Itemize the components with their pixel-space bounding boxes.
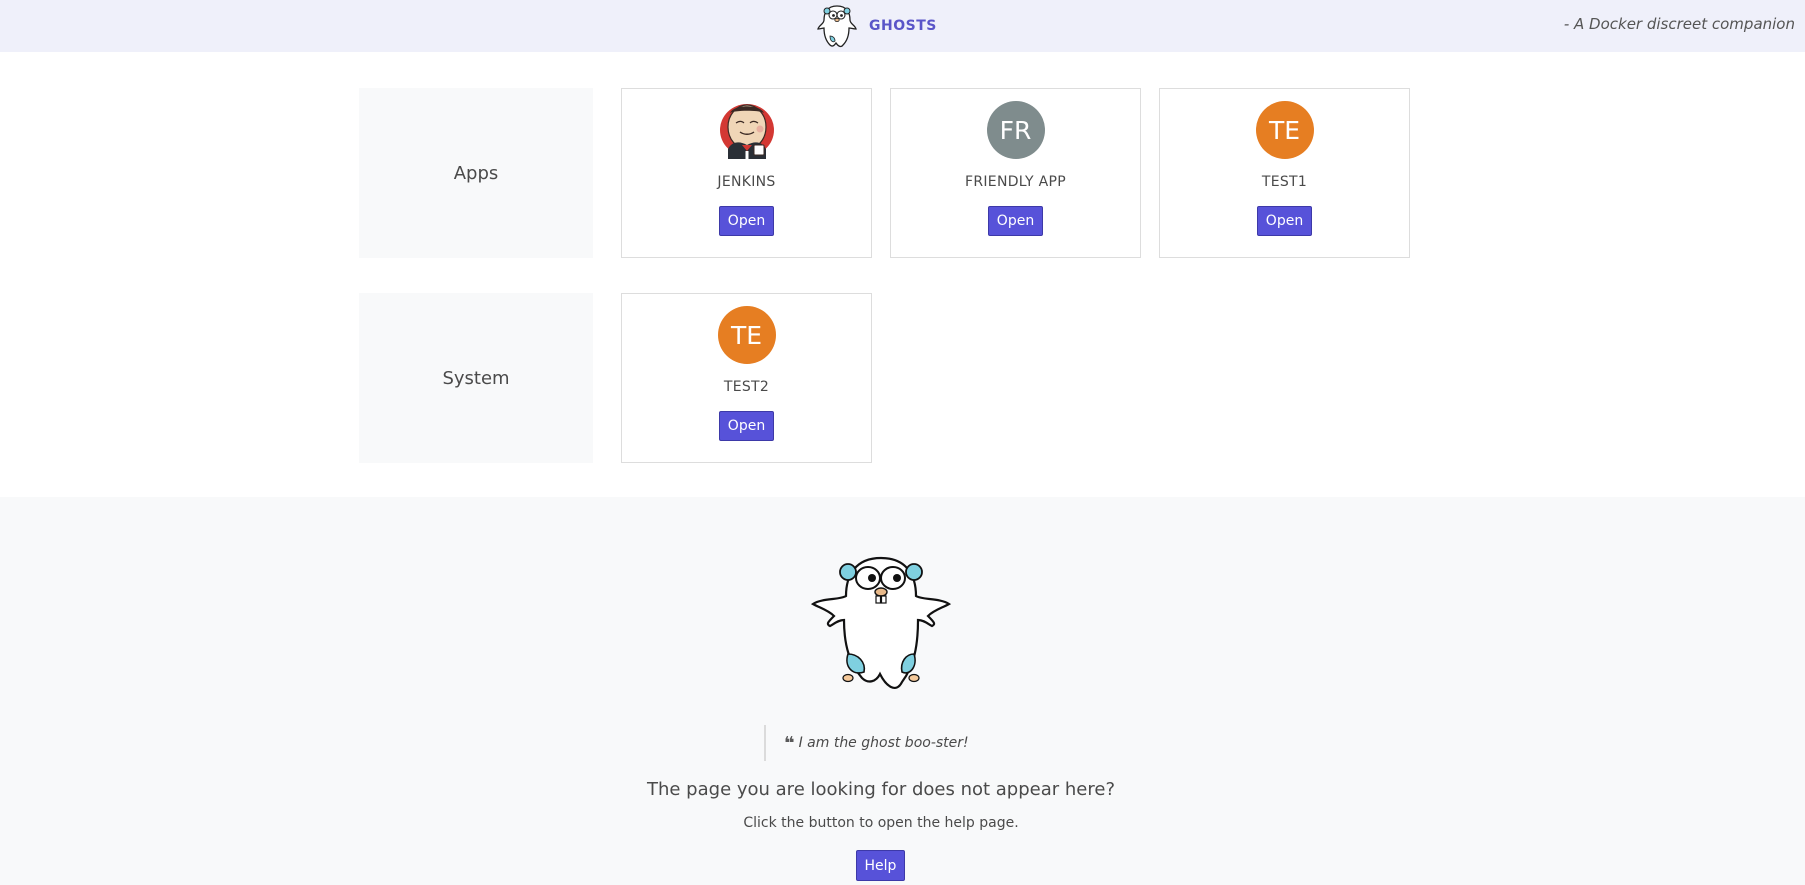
app-card-test1: TE TEST1 Open xyxy=(1159,88,1410,258)
brand-name: GHOSTS xyxy=(869,18,937,34)
open-jenkins-button[interactable]: Open xyxy=(718,206,775,236)
navbar: GHOSTS - A Docker discreet companion xyxy=(0,0,1805,52)
app-card-friendly-app: FR FRIENDLY APP Open xyxy=(890,88,1141,258)
jenkins-logo-icon xyxy=(718,101,776,159)
quote-text: I am the ghost boo-ster! xyxy=(798,735,969,751)
app-card-jenkins: JENKINS Open xyxy=(621,88,872,258)
ghost-gopher-icon xyxy=(810,556,952,689)
section-apps: Apps JENKINS Open FR FRIENDLY APP Open T… xyxy=(359,88,1410,258)
app-avatar: TE xyxy=(717,306,776,364)
app-card-name: TEST1 xyxy=(1261,174,1308,190)
help-button[interactable]: Help xyxy=(856,850,905,881)
app-card-name: TEST2 xyxy=(723,379,770,395)
open-test2-button[interactable]: Open xyxy=(718,411,775,441)
tagline: - A Docker discreet companion xyxy=(1563,15,1795,33)
open-test1-button[interactable]: Open xyxy=(1256,206,1313,236)
app-avatar: FR xyxy=(986,101,1045,159)
section-system: System TE TEST2 Open xyxy=(359,293,1409,463)
footer: ❝ I am the ghost boo-ster! The page you … xyxy=(0,497,1805,885)
app-card-name: JENKINS xyxy=(717,174,776,190)
ghost-quote: ❝ I am the ghost boo-ster! xyxy=(764,725,969,761)
footer-title: The page you are looking for does not ap… xyxy=(646,779,1116,800)
app-card-name: FRIENDLY APP xyxy=(964,174,1066,190)
footer-subtitle: Click the button to open the help page. xyxy=(743,815,1019,831)
app-card-test2: TE TEST2 Open xyxy=(621,293,872,463)
ghost-gopher-icon xyxy=(817,5,857,48)
section-label: System xyxy=(359,293,593,463)
app-avatar: TE xyxy=(1255,101,1314,159)
quote-icon: ❝ xyxy=(784,732,795,754)
section-label: Apps xyxy=(359,88,593,258)
open-friendly-app-button[interactable]: Open xyxy=(987,206,1044,236)
brand-link[interactable]: GHOSTS xyxy=(815,2,937,50)
